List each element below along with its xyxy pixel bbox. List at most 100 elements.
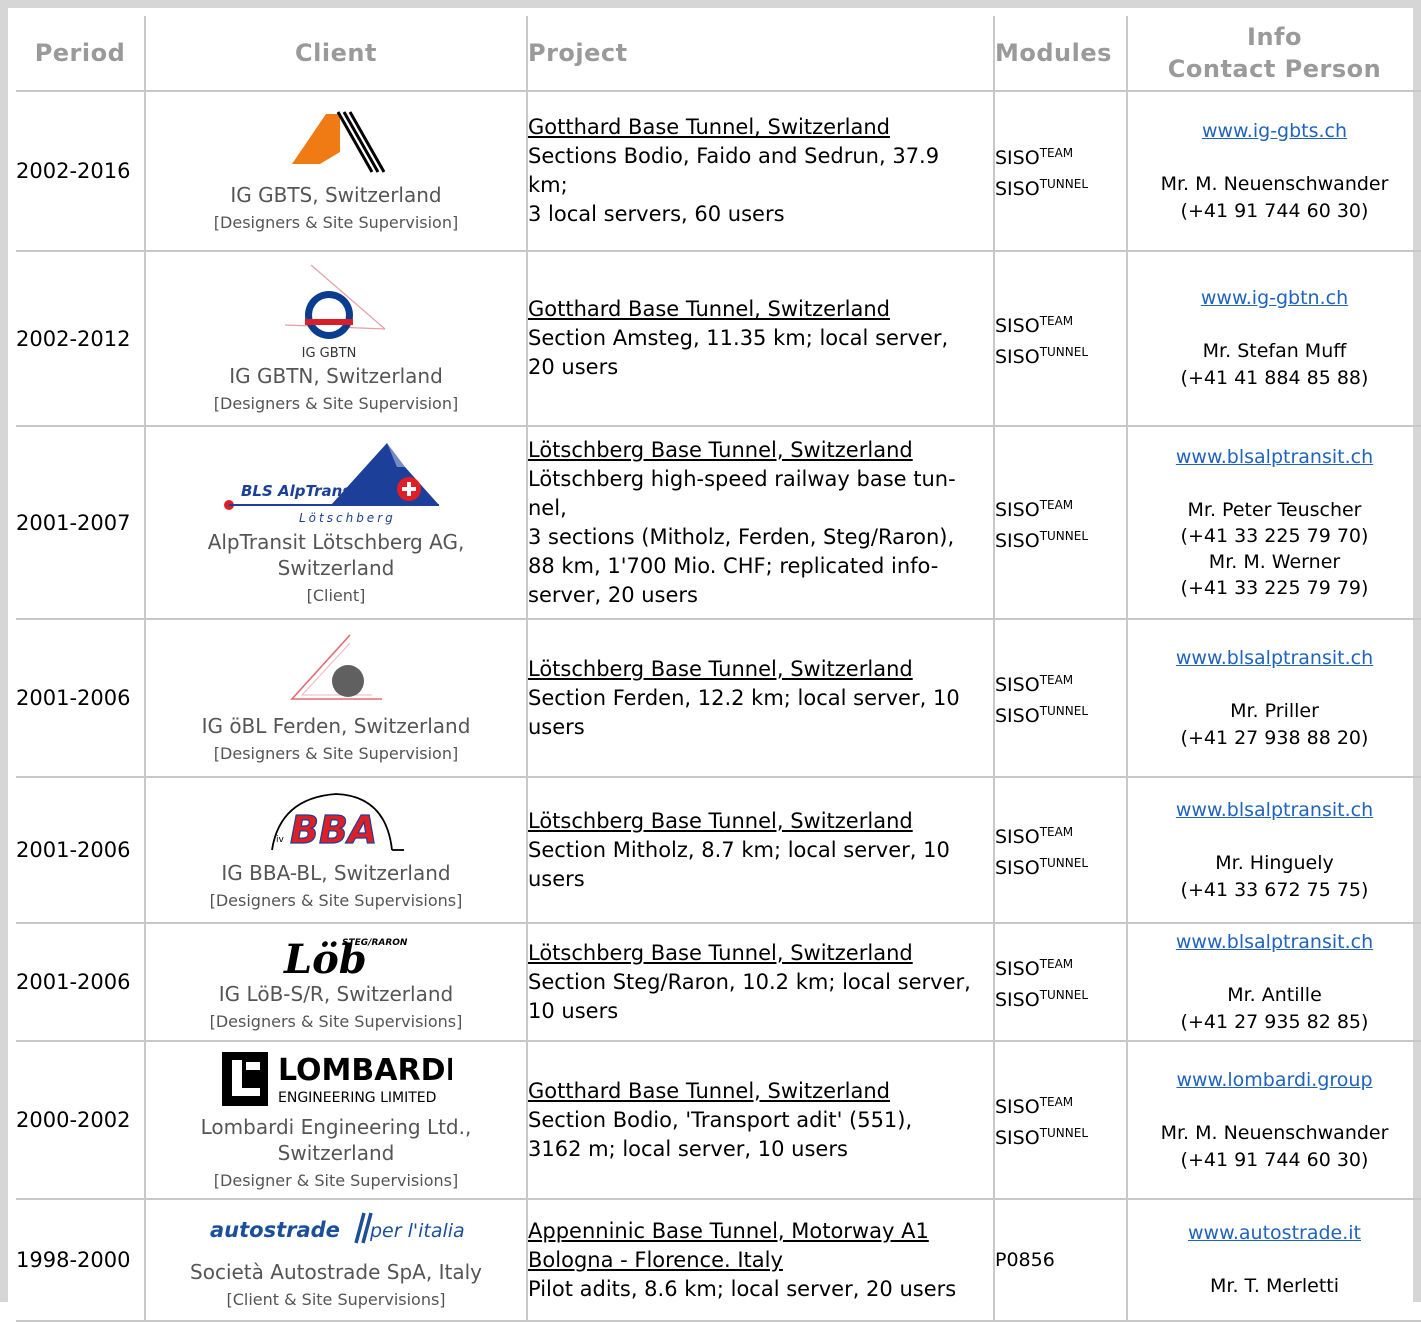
- period-cell: 1998-2000: [16, 1200, 146, 1322]
- module-siso-tunnel: SISOTUNNEL: [995, 344, 1089, 368]
- project-detail: Pilot adits, 8.6 km; local server, 20 us…: [528, 1276, 957, 1301]
- contact-name: Mr. M. Werner: [1208, 551, 1341, 573]
- project-cell: Lötschberg Base Tunnel, Switzerland Sect…: [528, 924, 995, 1042]
- ig-gbts-logo: [146, 108, 526, 178]
- svg-text:BBA: BBA: [290, 808, 377, 852]
- client-cell: LOMBARDI ENGINEERING LIMITED Lombardi En…: [146, 1042, 528, 1200]
- client-cell: iv BBA IG BBA-BL, Switzerland [Designers…: [146, 778, 528, 924]
- ig-lob-logo: Löb STEG/RARON: [146, 931, 526, 977]
- period-cell: 2001-2006: [16, 924, 146, 1042]
- project-detail: 3162 m; local server, 10 users: [528, 1136, 848, 1161]
- modules-cell: P0856: [995, 1200, 1128, 1322]
- client-role: [Client]: [306, 585, 366, 605]
- header-info-line: Info: [1247, 23, 1302, 51]
- contact-phone: (+41 91 744 60 30): [1180, 199, 1369, 222]
- contact-phone: (+41 91 744 60 30): [1180, 1148, 1369, 1171]
- module-siso-team: SISOTEAM: [995, 673, 1074, 696]
- svg-text:Lötschberg: Lötschberg: [299, 511, 396, 525]
- client-name: IG BBA-BL, Switzerland: [221, 861, 451, 885]
- client-name: IG LöB-S/R, Switzerland: [218, 982, 454, 1006]
- project-detail: 3 local servers, 60 users: [528, 202, 785, 226]
- client-cell: IG öBL Ferden, Switzerland [Designers & …: [146, 620, 528, 778]
- project-cell: Lötschberg Base Tunnel, Switzerland Sect…: [528, 620, 995, 778]
- contact-name: Mr. Antille: [1227, 983, 1322, 1006]
- header-info: Info Contact Person: [1128, 16, 1421, 92]
- contact-phone: (+41 33 225 79 79): [1180, 577, 1369, 599]
- client-name-line: Switzerland: [277, 555, 395, 580]
- header-period: Period: [16, 16, 146, 92]
- header-row: Period Client Project Modules Info Conta…: [16, 16, 1421, 92]
- contact-phone: (+41 33 225 79 70): [1180, 525, 1369, 547]
- website-link[interactable]: www.lombardi.group: [1128, 1067, 1421, 1094]
- project-title: Lötschberg Base Tunnel, Switzerland: [528, 808, 913, 833]
- project-title-line: Appenninic Base Tunnel, Motorway A1: [528, 1218, 929, 1243]
- info-cell: www.blsalptransit.ch Mr. Hinguely (+41 3…: [1128, 778, 1421, 924]
- contact-name: Mr. Stefan Muff: [1202, 340, 1347, 362]
- website-link[interactable]: www.autostrade.it: [1128, 1220, 1421, 1247]
- project-detail: km;: [528, 173, 568, 197]
- svg-text:BLS AlpTransit: BLS AlpTransit: [241, 482, 364, 500]
- client-name-line: AlpTransit Lötschberg AG,: [207, 529, 465, 554]
- reference-table-frame: Period Client Project Modules Info Conta…: [0, 0, 1421, 1322]
- project-detail: 88 km, 1'700 Mio. CHF; replicated info-: [528, 553, 939, 578]
- client-role: [Designers & Site Supervisions]: [209, 891, 463, 910]
- module-siso-team: SISOTEAM: [995, 957, 1074, 980]
- period-cell: 2002-2016: [16, 92, 146, 252]
- modules-cell: SISOTEAM SISOTUNNEL: [995, 92, 1128, 252]
- website-link[interactable]: www.ig-gbts.ch: [1128, 118, 1421, 145]
- project-cell: Gotthard Base Tunnel, Switzerland Sectio…: [528, 92, 995, 252]
- project-detail: Sections Bodio, Faido and Sedrun, 37.9: [528, 144, 940, 168]
- contact-name: Mr. T. Merletti: [1209, 1275, 1339, 1297]
- module-siso-tunnel: SISOTUNNEL: [995, 988, 1089, 1011]
- table-row: 2001-2007 BLS AlpTransit Lötschberg AlpT…: [16, 427, 1421, 620]
- autostrade-logo: autostrade per l'italia: [146, 1209, 526, 1249]
- client-role: [Designers & Site Supervision]: [213, 744, 459, 763]
- project-detail: Section Steg/Raron, 10.2 km; local serve…: [528, 969, 971, 994]
- modules-cell: SISOTEAM SISOTUNNEL: [995, 924, 1128, 1042]
- project-title: Gotthard Base Tunnel, Switzerland: [528, 1078, 891, 1103]
- info-cell: www.lombardi.group Mr. M. Neuenschwander…: [1128, 1042, 1421, 1200]
- project-detail: 10 users: [528, 998, 619, 1023]
- table-row: 2002-2016 IG GBTS, Switzerland [Designer…: [16, 92, 1421, 252]
- website-link[interactable]: www.blsalptransit.ch: [1128, 444, 1421, 471]
- ig-bba-logo: iv BBA: [146, 788, 526, 856]
- project-detail: nel,: [528, 495, 567, 520]
- project-detail: server, 20 users: [528, 582, 698, 607]
- module-siso-tunnel: SISOTUNNEL: [995, 856, 1089, 879]
- module-siso-tunnel: SISOTUNNEL: [995, 177, 1089, 200]
- svg-text:per l'italia: per l'italia: [369, 1220, 465, 1242]
- contact-phone: (+41 27 935 82 85): [1180, 1010, 1369, 1033]
- client-cell: BLS AlpTransit Lötschberg AlpTransit Löt…: [146, 427, 528, 620]
- client-name: IG GBTS, Switzerland: [230, 183, 442, 207]
- module-siso-team: SISOTEAM: [995, 825, 1074, 848]
- contact-name: Mr. M. Neuenschwander: [1160, 172, 1389, 195]
- client-role: [Designer & Site Supervisions]: [213, 1171, 459, 1190]
- table-row: 2001-2006 Löb STEG/RARON IG LöB-S/R, Swi…: [16, 924, 1421, 1042]
- project-title: Gotthard Base Tunnel, Switzerland: [528, 115, 891, 139]
- info-cell: www.ig-gbtn.ch Mr. Stefan Muff (+41 41 8…: [1128, 252, 1421, 427]
- contact-phone: (+41 27 938 88 20): [1180, 726, 1369, 749]
- project-title-line: Bologna - Florence. Italy: [528, 1247, 783, 1272]
- info-cell: www.blsalptransit.ch Mr. Antille (+41 27…: [1128, 924, 1421, 1042]
- project-detail: Section Ferden, 12.2 km; local server, 1…: [528, 685, 960, 710]
- website-link[interactable]: www.blsalptransit.ch: [1128, 797, 1421, 824]
- website-link[interactable]: www.blsalptransit.ch: [1128, 929, 1421, 956]
- period-cell: 2001-2007: [16, 427, 146, 620]
- svg-text:autostrade: autostrade: [210, 1218, 340, 1242]
- contact-name: Mr. M. Neuenschwander: [1160, 1121, 1389, 1144]
- table-row: 2001-2006 iv BBA IG BBA-BL, Switzerland …: [16, 778, 1421, 924]
- client-role: [Client & Site Supervisions]: [226, 1290, 446, 1309]
- website-link[interactable]: www.ig-gbtn.ch: [1128, 285, 1421, 312]
- project-detail: Section Amsteg, 11.35 km; local server,: [528, 326, 949, 350]
- client-role: [Designers & Site Supervision]: [213, 393, 459, 413]
- project-title: Lötschberg Base Tunnel, Switzerland: [528, 437, 913, 462]
- module-siso-team: SISOTEAM: [995, 497, 1074, 521]
- client-cell: IG GBTS, Switzerland [Designers & Site S…: [146, 92, 528, 252]
- header-contact-line: Contact Person: [1167, 55, 1382, 83]
- project-detail: Section Bodio, 'Transport adit' (551),: [528, 1107, 913, 1132]
- contact-phone: (+41 33 672 75 75): [1180, 878, 1369, 901]
- project-title: Lötschberg Base Tunnel, Switzerland: [528, 656, 913, 681]
- website-link[interactable]: www.blsalptransit.ch: [1128, 645, 1421, 672]
- modules-cell: SISOTEAM SISOTUNNEL: [995, 1042, 1128, 1200]
- modules-cell: SISOTEAM SISOTUNNEL: [995, 427, 1128, 620]
